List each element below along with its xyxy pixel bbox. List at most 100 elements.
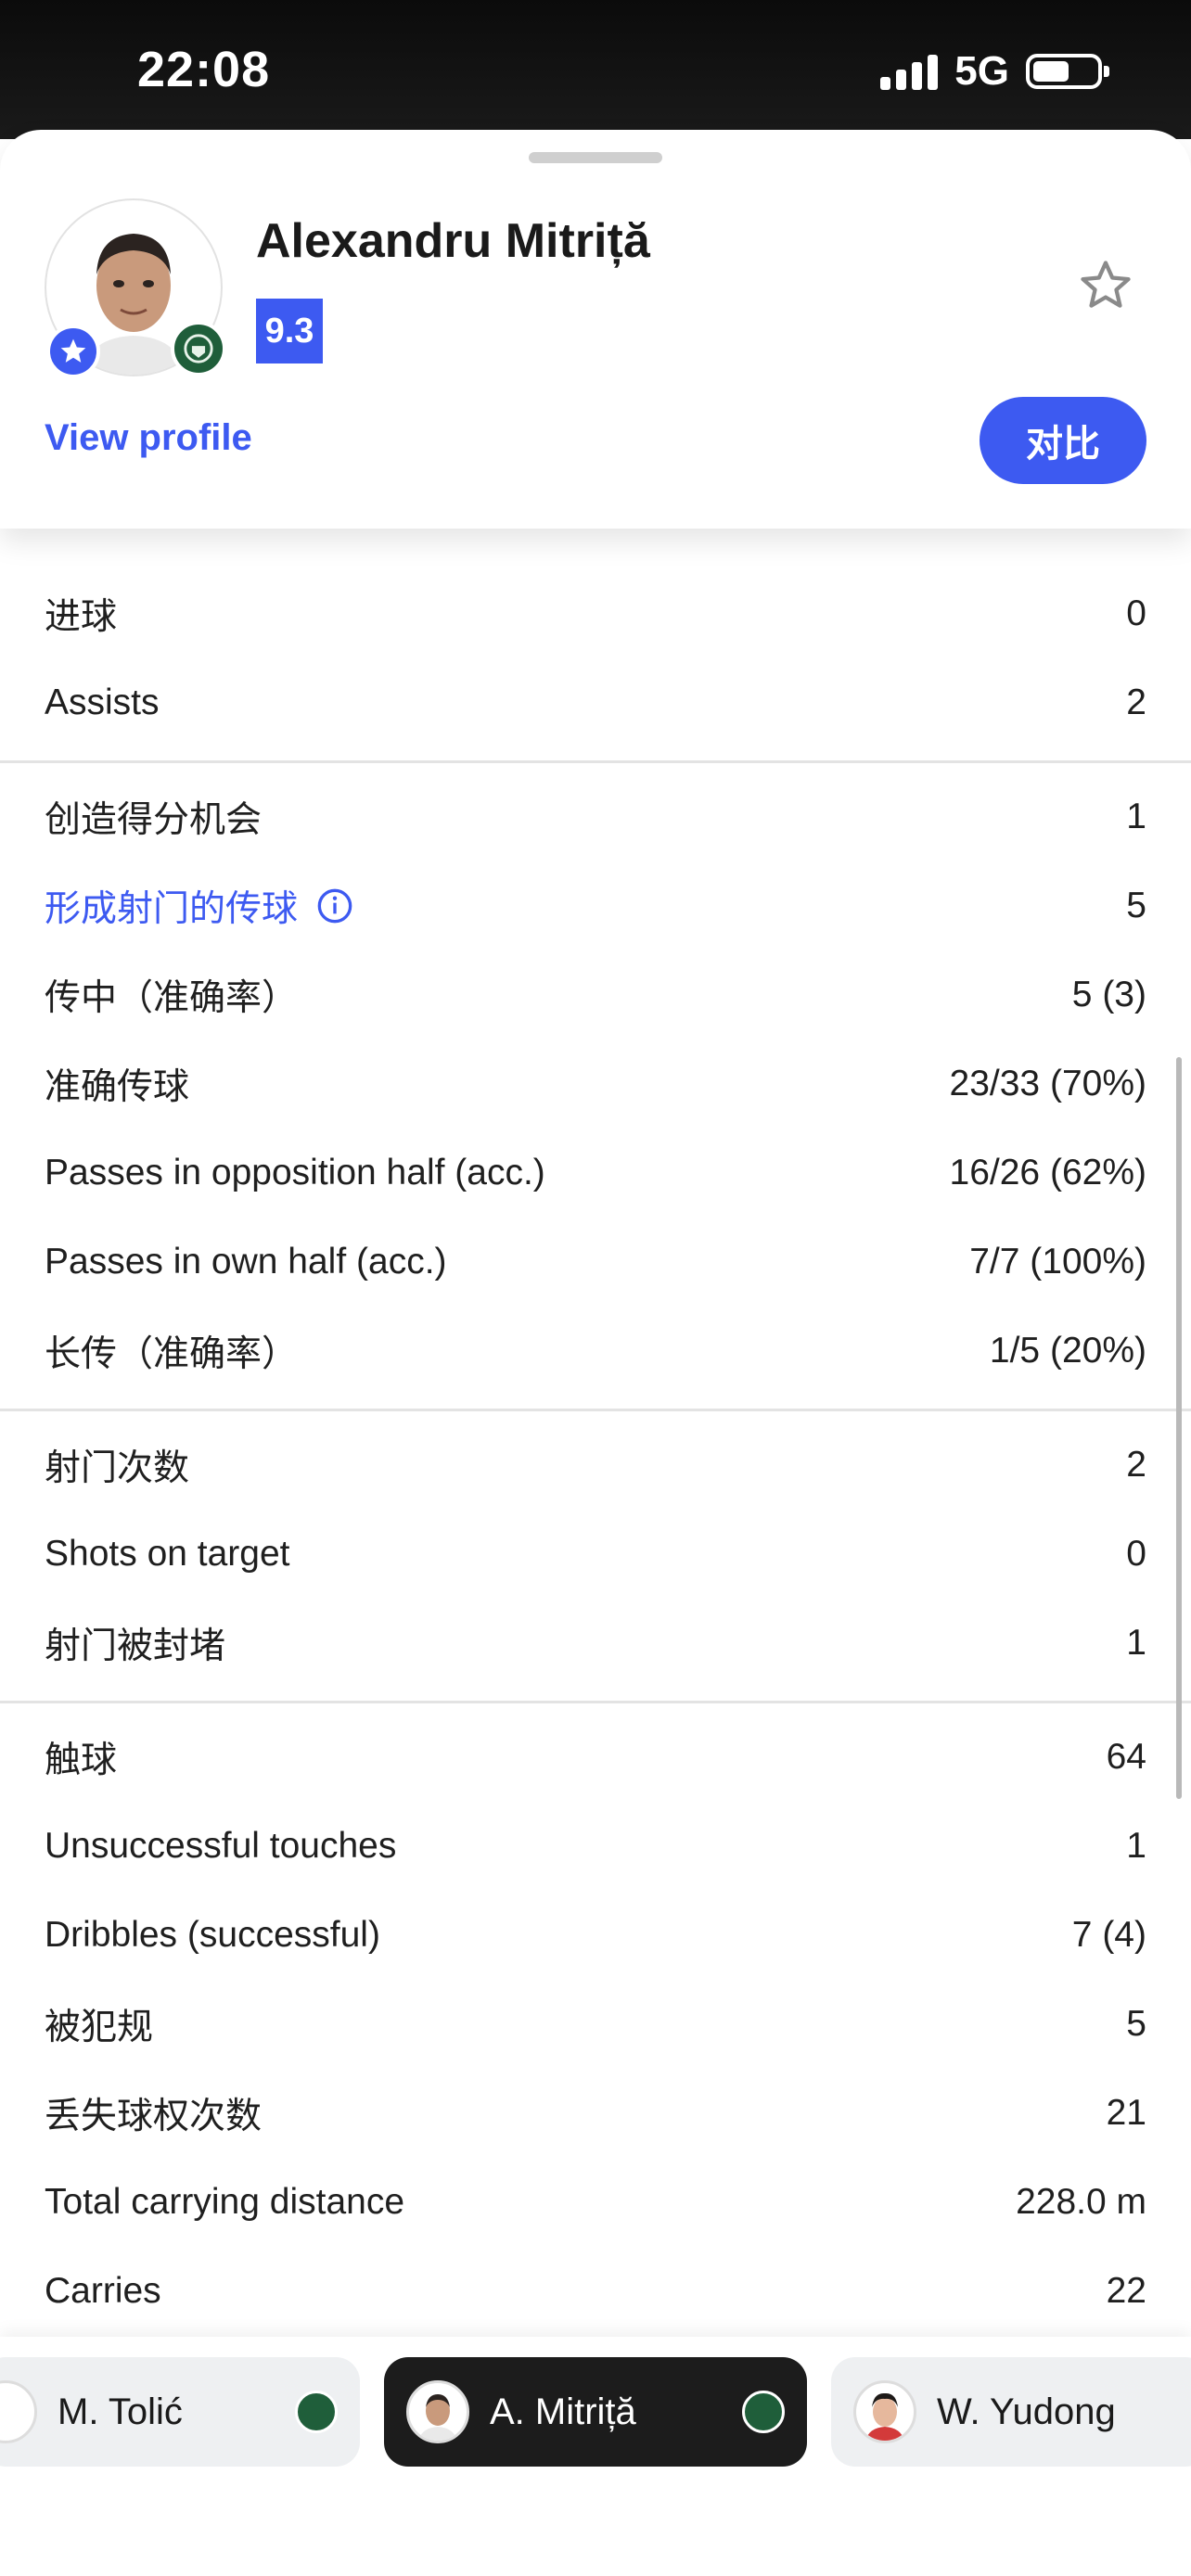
stat-label: Assists: [45, 682, 160, 723]
stat-label: 丢失球权次数: [45, 2087, 262, 2139]
stat-label: Shots on target: [45, 1534, 290, 1575]
club-crest-icon: [742, 2391, 785, 2433]
compare-button[interactable]: 对比: [980, 397, 1146, 484]
stat-label-text: 准确传球: [45, 1067, 190, 1107]
stat-row: Shots on target 0: [0, 1510, 1191, 1599]
stat-group: 触球 64 Unsuccessful touches 1 Dribbles (succe…: [0, 1703, 1191, 2352]
stat-label-text: 被犯规: [45, 2008, 154, 2047]
stat-row: 被犯规 5: [0, 1980, 1191, 2069]
stat-label: Passes in own half (acc.): [45, 1242, 447, 1282]
stat-value: 1: [1126, 1826, 1146, 1866]
stat-label-text: Unsuccessful touches: [45, 1826, 397, 1866]
stat-group: 进球 0 Assists 2: [0, 566, 1191, 763]
stat-label-text: Dribbles (successful): [45, 1915, 380, 1955]
avatar: [406, 2380, 469, 2443]
stat-label: Carries: [45, 2271, 161, 2312]
stat-row: 进球 0: [0, 569, 1191, 658]
player-switcher: M. Tolić A. Mitriță W. Yudong: [0, 2337, 1191, 2576]
stat-value: 7/7 (100%): [969, 1242, 1146, 1282]
player-pill-yudong[interactable]: W. Yudong: [831, 2357, 1191, 2467]
stat-label: 创造得分机会: [45, 791, 262, 843]
stat-value: 21: [1106, 2093, 1146, 2133]
stat-value: 5: [1126, 886, 1146, 925]
stats-list: 进球 0 Assists 2 创造得分机会 1 形成射门的传球 5 传中（准确率） 5 (3) 准确…: [0, 566, 1191, 2352]
stat-value: 22: [1106, 2271, 1146, 2311]
stat-label-text: 创造得分机会: [45, 800, 263, 840]
stat-value: 1/5 (20%): [989, 1331, 1146, 1371]
stat-label: Unsuccessful touches: [45, 1826, 396, 1867]
stat-group: 射门次数 2 Shots on target 0 射门被封堵 1: [0, 1411, 1191, 1703]
stat-row: Unsuccessful touches 1: [0, 1802, 1191, 1891]
stat-label: 传中（准确率）: [45, 969, 298, 1021]
stat-label: 进球: [45, 588, 117, 640]
stat-value: 5: [1126, 2004, 1146, 2044]
stat-label-text: 触球: [45, 1741, 118, 1780]
status-bar: 22:08 5G: [0, 0, 1191, 139]
stat-label: 准确传球: [45, 1058, 189, 1110]
scrollbar[interactable]: [1176, 1057, 1182, 1799]
stat-label-text: 射门被封堵: [45, 1626, 226, 1666]
stat-row: 射门次数 2: [0, 1421, 1191, 1510]
stat-value: 0: [1126, 1534, 1146, 1574]
stat-row: Passes in own half (acc.) 7/7 (100%): [0, 1218, 1191, 1307]
stat-value: 64: [1106, 1737, 1146, 1777]
stat-value: 16/26 (62%): [949, 1153, 1146, 1192]
stat-label-text: Assists: [45, 682, 160, 722]
stat-group: 创造得分机会 1 形成射门的传球 5 传中（准确率） 5 (3) 准确传球 23/33 (70…: [0, 763, 1191, 1411]
player-header-sheet: Alexandru Mitriță 9.3 View profile 对比: [0, 130, 1191, 529]
sheet-grabber[interactable]: [529, 152, 662, 163]
player-name: Alexandru Mitriță: [256, 214, 650, 268]
stat-value: 2: [1126, 1445, 1146, 1485]
stat-label: Total carrying distance: [45, 2182, 404, 2223]
player-pill-mitrita[interactable]: A. Mitriță: [384, 2357, 807, 2467]
view-profile-link[interactable]: View profile: [45, 417, 252, 459]
stat-label: 触球: [45, 1731, 117, 1783]
battery-icon: [1026, 54, 1109, 89]
avatar: [0, 2380, 37, 2443]
stat-label-text: Shots on target: [45, 1534, 290, 1574]
player-pill-label: A. Mitriță: [490, 2391, 636, 2432]
stat-label: 射门次数: [45, 1439, 189, 1491]
stat-label: 长传（准确率）: [45, 1325, 298, 1377]
stat-value: 5 (3): [1071, 975, 1146, 1014]
stat-label: Dribbles (successful): [45, 1915, 380, 1956]
stat-row: Passes in opposition half (acc.) 16/26 (6…: [0, 1129, 1191, 1218]
status-icons: 5G: [880, 48, 1109, 95]
stat-row: Assists 2: [0, 658, 1191, 747]
info-icon[interactable]: [316, 887, 353, 925]
stat-row: Carries 22: [0, 2247, 1191, 2336]
player-pill-label: W. Yudong: [937, 2391, 1116, 2432]
status-time: 22:08: [137, 42, 271, 97]
favorite-star-icon[interactable]: [1076, 256, 1135, 320]
stat-label-text: 长传（准确率）: [45, 1334, 299, 1374]
club-crest-icon: [171, 321, 226, 376]
rating-badge: 9.3: [256, 299, 323, 363]
stat-label-text: Passes in own half (acc.): [45, 1242, 447, 1282]
stat-row: 准确传球 23/33 (70%): [0, 1039, 1191, 1129]
stat-value: 1: [1126, 797, 1146, 836]
stat-value: 7 (4): [1071, 1915, 1146, 1955]
stat-row: 长传（准确率） 1/5 (20%): [0, 1307, 1191, 1396]
stat-label-text: 进球: [45, 597, 118, 637]
stat-label-text: Passes in opposition half (acc.): [45, 1153, 545, 1192]
stat-row: 创造得分机会 1: [0, 772, 1191, 861]
stat-label[interactable]: 形成射门的传球: [45, 880, 353, 932]
player-pill-tolic[interactable]: M. Tolić: [0, 2357, 360, 2467]
stat-label-text: 射门次数: [45, 1448, 190, 1488]
signal-icon: [880, 53, 939, 90]
stat-label-text: Total carrying distance: [45, 2182, 405, 2222]
stat-row: Total carrying distance 228.0 m: [0, 2158, 1191, 2247]
stat-label-text: Carries: [45, 2271, 161, 2311]
stat-value: 0: [1126, 593, 1146, 633]
stat-row[interactable]: 形成射门的传球 5: [0, 861, 1191, 950]
stat-label: 射门被封堵: [45, 1617, 225, 1669]
stat-value: 2: [1126, 682, 1146, 722]
avatar: [853, 2380, 916, 2443]
stat-label-text: 传中（准确率）: [45, 978, 299, 1018]
stat-row: 丢失球权次数 21: [0, 2069, 1191, 2158]
stat-value: 23/33 (70%): [949, 1064, 1146, 1103]
stat-label-text: 形成射门的传球: [45, 889, 299, 929]
featured-star-icon: [46, 325, 100, 378]
stat-value: 228.0 m: [1016, 2182, 1146, 2222]
player-avatar-group: [45, 198, 226, 378]
